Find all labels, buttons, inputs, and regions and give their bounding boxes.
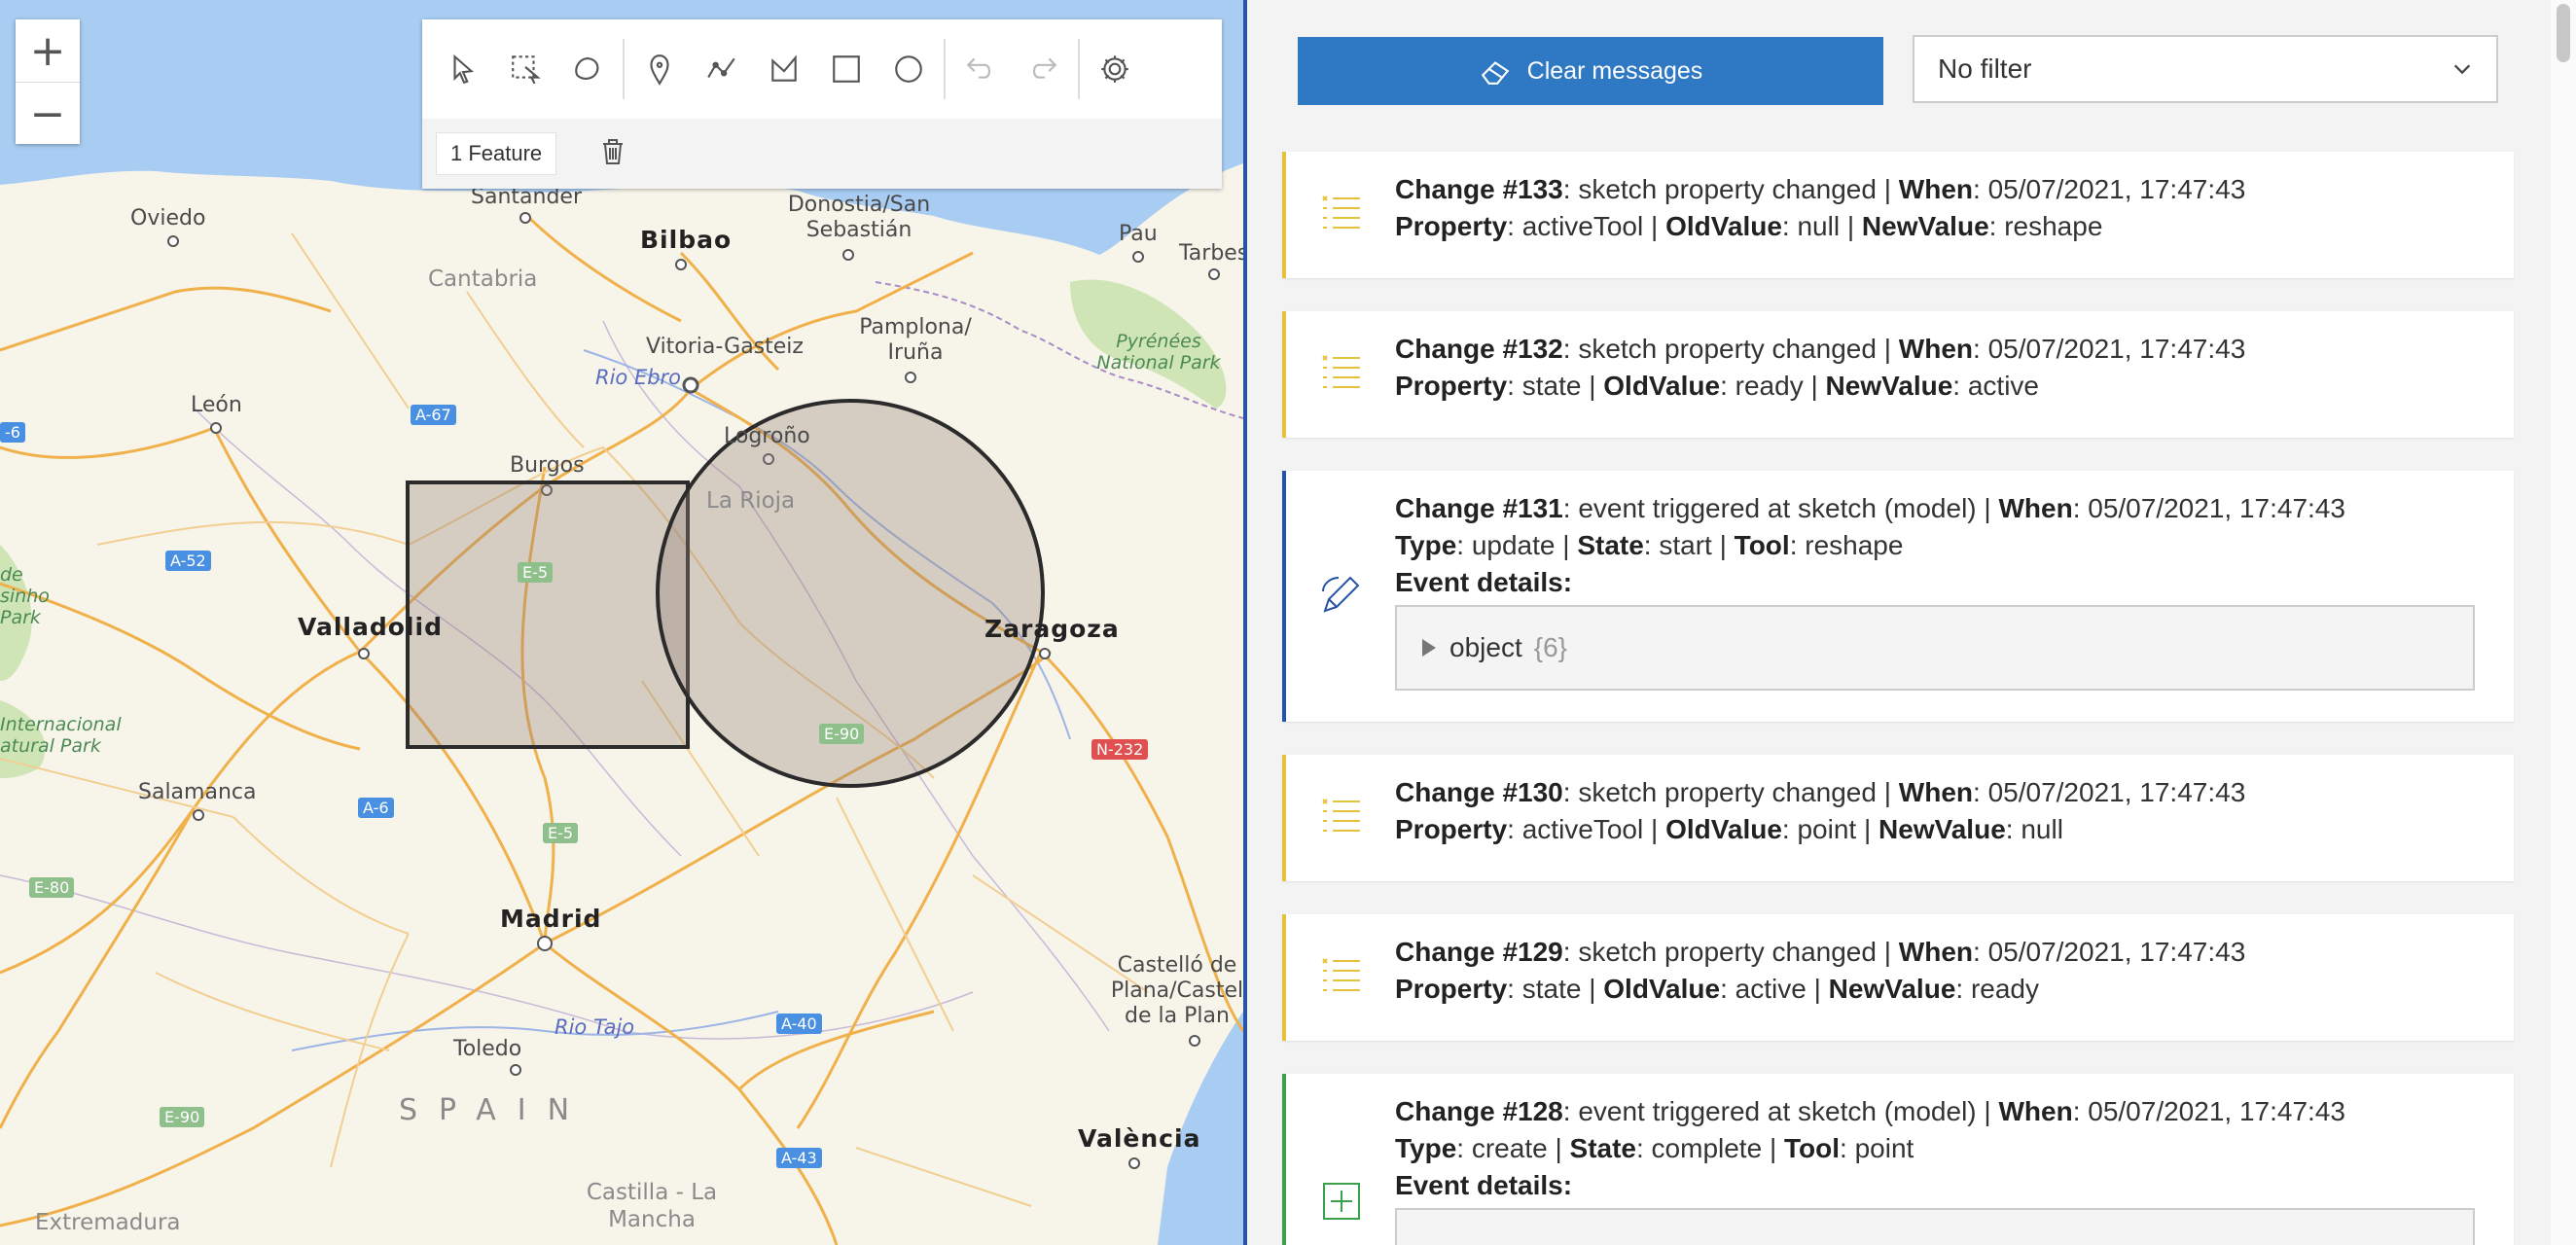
label-extremadura: Extremadura <box>35 1210 181 1235</box>
circle-icon[interactable] <box>877 38 940 100</box>
label-valencia: València <box>1078 1124 1201 1153</box>
rectangle-select-icon[interactable] <box>494 38 556 100</box>
scrollbar-thumb[interactable] <box>2557 4 2570 62</box>
road-shield-e5: E-5 <box>518 562 554 583</box>
label-rio-ebro: Rio Ebro <box>595 366 682 389</box>
label-burgos: Burgos <box>510 453 585 478</box>
road-shield-n232: N-232 <box>1091 739 1149 760</box>
rectangle-icon[interactable] <box>815 38 877 100</box>
road-shield: -6 <box>0 422 25 443</box>
label-cantabria: Cantabria <box>428 267 538 292</box>
road-shield-a40: A-40 <box>776 1014 822 1034</box>
message-card: Change #131: event triggered at sketch (… <box>1282 471 2514 722</box>
trash-icon <box>603 139 624 164</box>
message-card: Change #129: sketch property changed | W… <box>1282 914 2514 1041</box>
label-vitoria: Vitoria-Gasteiz <box>646 335 804 359</box>
panel-scrollbar[interactable] <box>2551 0 2576 1245</box>
feature-count: 1 Feature <box>436 132 557 175</box>
sketch-toolbar <box>422 19 1222 119</box>
label-castello: Castelló de Plana/Castel de la Plan <box>1110 953 1243 1028</box>
expand-triangle-icon[interactable] <box>1422 639 1436 657</box>
sketch-rectangle-graphic <box>406 480 690 749</box>
label-la-rioja: La Rioja <box>706 488 796 514</box>
label-zaragoza: Zaragoza <box>984 615 1120 643</box>
label-logrono: Logroño <box>724 424 810 448</box>
map-view[interactable]: Oviedo Santander Bilbao Donostia/San Seb… <box>0 0 1243 1245</box>
toolbar-separator <box>1078 39 1080 99</box>
message-card: Change #132: sketch property changed | W… <box>1282 311 2514 438</box>
label-salamanca: Salamanca <box>138 780 257 804</box>
event-details-tree[interactable]: object {6} <box>1395 605 2475 691</box>
message-card: Change #133: sketch property changed | W… <box>1282 152 2514 278</box>
sketch-widget: 1 Feature <box>422 19 1222 189</box>
filter-select[interactable]: No filter <box>1913 35 2498 103</box>
label-oviedo: Oviedo <box>130 206 206 231</box>
chevron-down-icon <box>2453 64 2471 75</box>
select-icon[interactable] <box>432 38 494 100</box>
road-shield-e5b: E-5 <box>543 823 579 843</box>
list-icon <box>1322 196 1360 229</box>
label-pau: Pau <box>1119 222 1158 246</box>
label-leon: León <box>191 393 242 417</box>
toolbar-separator <box>623 39 625 99</box>
list-icon <box>1322 958 1360 991</box>
road-shield-a52: A-52 <box>165 551 211 571</box>
road-shield-a67: A-67 <box>411 405 456 425</box>
pencil-icon <box>1322 576 1360 613</box>
label-castilla: Castilla - La Mancha <box>586 1180 718 1232</box>
label-toledo: Toledo <box>453 1037 522 1061</box>
message-card: Change #128: event triggered at sketch (… <box>1282 1074 2514 1245</box>
zoom-out-button[interactable]: − <box>16 82 80 145</box>
zoom-control: + − <box>16 19 80 144</box>
road-shield-e80: E-80 <box>29 877 75 898</box>
label-pamplona: Pamplona/ Iruña <box>859 315 972 365</box>
list-icon <box>1322 355 1360 388</box>
toolbar-separator <box>944 39 946 99</box>
label-spain: SPAIN <box>399 1093 591 1127</box>
clear-messages-button[interactable]: Clear messages <box>1298 37 1883 105</box>
road-shield-a43: A-43 <box>776 1148 822 1168</box>
messages-panel: Clear messages No filter Change #133: sk… <box>1247 0 2551 1245</box>
label-valladolid: Valladolid <box>298 613 443 641</box>
redo-icon[interactable] <box>1012 38 1074 100</box>
point-icon[interactable] <box>628 38 691 100</box>
label-bilbao: Bilbao <box>640 226 733 254</box>
polygon-icon[interactable] <box>753 38 815 100</box>
undo-icon[interactable] <box>949 38 1012 100</box>
selection-toolbar: 1 Feature <box>422 119 1222 189</box>
clear-messages-label: Clear messages <box>1526 56 1703 85</box>
label-pyrenees: Pyrénées National Park <box>1096 331 1221 374</box>
polyline-icon[interactable] <box>691 38 753 100</box>
eraser-icon <box>1481 61 1509 85</box>
label-tarbes: Tarbes <box>1179 241 1243 266</box>
plus-square-icon <box>1323 1183 1360 1220</box>
road-shield-e90b: E-90 <box>160 1107 205 1127</box>
label-madrid: Madrid <box>500 905 602 933</box>
road-shield-a6: A-6 <box>358 798 394 818</box>
delete-button[interactable] <box>597 136 628 171</box>
filter-value: No filter <box>1938 53 2032 84</box>
label-internacional-park: Internacional atural Park <box>0 714 122 757</box>
road-shield-e90: E-90 <box>819 724 865 744</box>
settings-icon[interactable] <box>1084 38 1146 100</box>
event-details-tree[interactable] <box>1395 1208 2475 1245</box>
list-icon <box>1322 799 1360 832</box>
label-de: de <box>0 564 23 586</box>
label-rio-tajo: Rio Tajo <box>555 1015 635 1039</box>
label-donostia: Donostia/San Sebastián <box>787 193 931 242</box>
zoom-in-button[interactable]: + <box>16 19 80 82</box>
lasso-select-icon[interactable] <box>556 38 619 100</box>
message-card: Change #130: sketch property changed | W… <box>1282 755 2514 881</box>
label-sinho-park: sinho Park <box>0 586 50 628</box>
